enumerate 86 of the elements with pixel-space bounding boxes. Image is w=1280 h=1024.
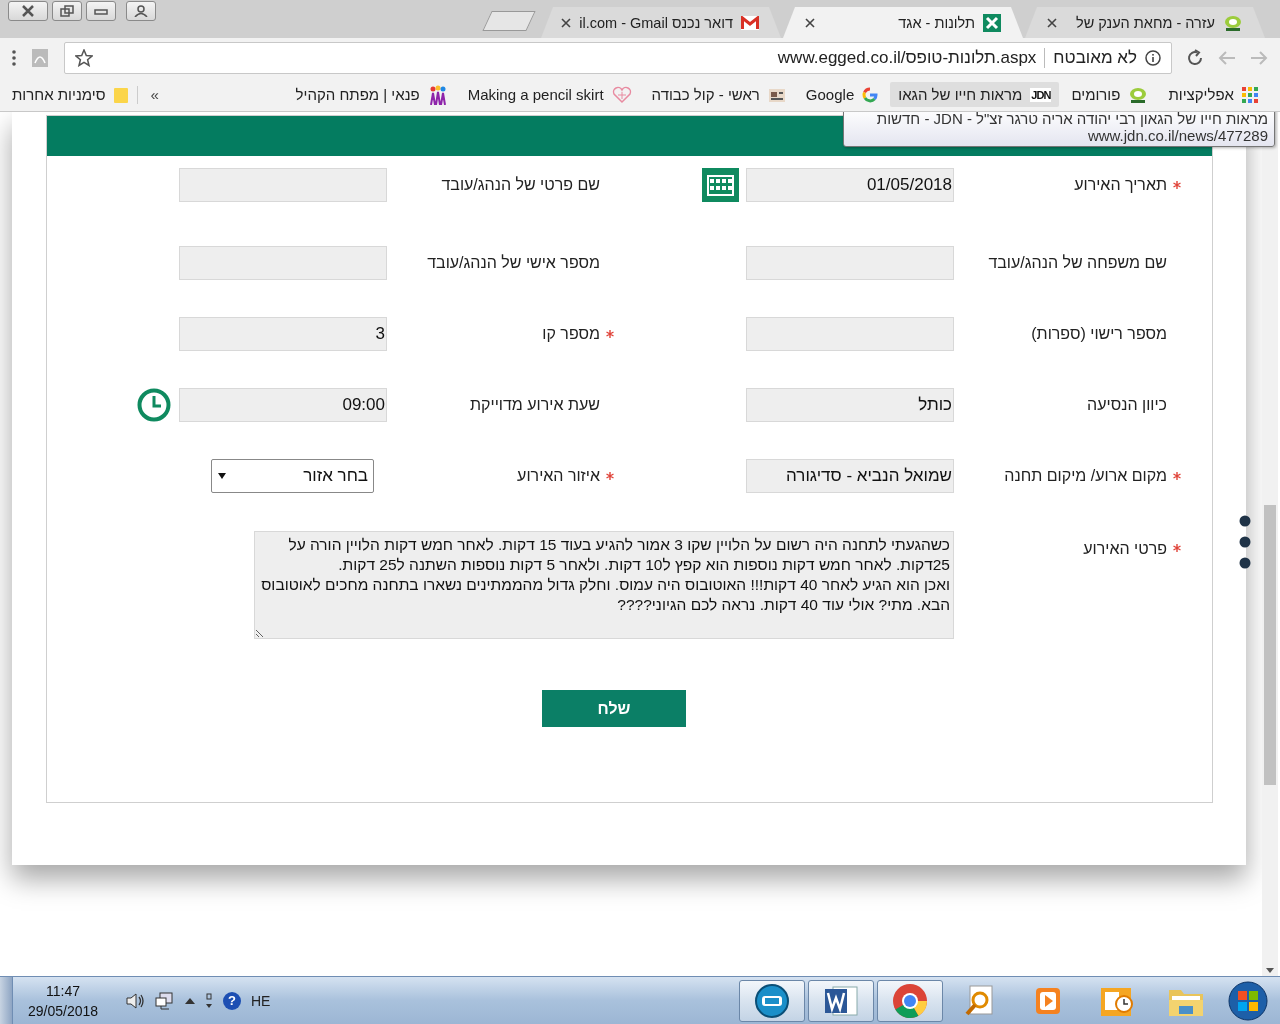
close-icon bbox=[805, 17, 815, 28]
browser-tab[interactable]: עזרה - מחאת הענק של bbox=[1025, 7, 1265, 38]
browser-tab[interactable]: תלונות - אגד bbox=[783, 7, 1023, 38]
scroll-down-arrow-icon[interactable] bbox=[1266, 968, 1274, 973]
reload-icon bbox=[1186, 49, 1204, 67]
input-field[interactable]: 3 bbox=[179, 317, 387, 351]
scroll-thumb[interactable] bbox=[1264, 505, 1276, 785]
mail-icon bbox=[741, 15, 759, 30]
calendar-icon[interactable] bbox=[702, 168, 739, 202]
restore-button[interactable] bbox=[52, 1, 82, 21]
info-icon bbox=[1145, 50, 1161, 66]
taskbar-button[interactable] bbox=[739, 979, 805, 1022]
vertical-dots-icon[interactable] bbox=[1239, 515, 1251, 569]
help-icon[interactable]: ? bbox=[223, 991, 241, 1010]
tooltip-title: מראות חייו של הגאון רבי יהודה אריה טרגר זצ"ל - JDN - חדשות bbox=[875, 112, 1268, 127]
network-icon bbox=[155, 991, 175, 1010]
input-field[interactable]: 09:00 bbox=[179, 388, 387, 422]
region-select[interactable]: בחר אזור bbox=[211, 459, 374, 493]
input-field[interactable] bbox=[179, 246, 387, 280]
minimize-button[interactable] bbox=[86, 1, 116, 21]
submit-button[interactable]: שלח bbox=[542, 690, 686, 727]
heart-icon bbox=[611, 85, 632, 104]
bookmark[interactable]: אפליקציות bbox=[1160, 82, 1266, 107]
profile-button[interactable] bbox=[126, 1, 156, 21]
close-button[interactable] bbox=[8, 1, 48, 21]
taskbar-button[interactable] bbox=[877, 979, 943, 1022]
input-field[interactable] bbox=[746, 317, 954, 351]
language-indicator[interactable]: HE bbox=[251, 992, 271, 1009]
field-label: מספר רישוי (ספרות) bbox=[1030, 324, 1167, 344]
bookmark[interactable]: Google bbox=[797, 82, 887, 107]
person-icon bbox=[134, 5, 148, 17]
show-hidden-icon bbox=[185, 996, 195, 1005]
forum-logo-icon bbox=[1128, 85, 1149, 104]
input-field[interactable] bbox=[746, 246, 954, 280]
back-arrow-icon bbox=[1218, 50, 1236, 66]
disc-logo-icon bbox=[754, 982, 790, 1019]
more-bookmarks-button[interactable]: » bbox=[142, 86, 167, 103]
input-field[interactable] bbox=[179, 168, 387, 202]
bookmark[interactable]: Making a pencil skirt bbox=[459, 81, 640, 108]
taskbar-button[interactable] bbox=[808, 979, 874, 1022]
restore-icon bbox=[60, 5, 74, 17]
field-label: פרטי האירוע bbox=[1082, 539, 1167, 559]
field-label: שעת אירוע מדוייקת bbox=[469, 395, 600, 415]
clock-time: 11:47 bbox=[46, 982, 80, 999]
field-label: מספר אישי של הנהג/עובד bbox=[426, 253, 600, 273]
show-desktop-button[interactable] bbox=[0, 977, 13, 1024]
close-icon bbox=[21, 5, 35, 17]
field-label: איזור האירוע bbox=[516, 466, 600, 486]
field-label: שם פרטי של הנהג/עובד bbox=[440, 175, 600, 195]
people-icon bbox=[427, 84, 448, 105]
field-label: מקום ארוע/ מיקום תחנה bbox=[1003, 466, 1167, 486]
field-label: שם משפחה של הנהג/עובד bbox=[987, 253, 1167, 273]
forum-logo-icon bbox=[1223, 13, 1243, 32]
close-icon bbox=[561, 17, 572, 28]
google-g-icon bbox=[862, 86, 879, 103]
url-text: www.egged.co.il/תלונות-טופס.aspx bbox=[777, 48, 1037, 68]
chrome-icon bbox=[892, 982, 928, 1019]
small-tray-icon bbox=[205, 992, 213, 1009]
details-field[interactable]: כשהגעתי לתחנה היה רשום על הלויין שקו 3 אמור להגיע בעוד 15 דקות. לאחר חמש דקות הלויין הורה על 25דקות. לאחר חמש דקות נוספות הוא קפץ ל10 דקות. ולאחר 5 דקות נוספות השתנה ל25 דקות. ואכן הוא הגיע לאחר 40 דקות!!! האוטובוס היה עמוס. וחלק גדול מהממתינים נשארו בתחנה מחכים לאוטובוס הבא. מתי? אולי עוד 40 דקות. נראה לכם הגיוני???? bbox=[254, 531, 954, 639]
close-icon bbox=[1047, 17, 1057, 28]
clock-icon[interactable] bbox=[137, 388, 171, 422]
field-label: כיוון הנסיעה bbox=[1086, 395, 1167, 415]
forward-arrow-icon bbox=[1250, 50, 1268, 66]
bookmark[interactable]: פנאי | מפתח הקהיל bbox=[287, 80, 456, 109]
menu-icon bbox=[12, 50, 16, 66]
address-bar[interactable]: לא מאובטח www.egged.co.il/תלונות-טופס.aspx bbox=[64, 42, 1172, 74]
sheet-icon bbox=[983, 13, 1001, 32]
input-field[interactable]: שמואל הנביא - סדיגורה bbox=[746, 459, 954, 493]
jdn-logo-icon: JDN bbox=[1030, 87, 1052, 102]
caret-icon bbox=[218, 473, 226, 479]
input-field[interactable]: 01/05/2018 bbox=[746, 168, 954, 202]
clock-date: 29/05/2018 bbox=[27, 1002, 99, 1019]
bookmark[interactable]: ראשי - קול כבודה bbox=[643, 81, 794, 108]
other-bookmarks[interactable]: סימניות אחרות bbox=[12, 85, 139, 104]
star-icon bbox=[75, 49, 93, 67]
folder-icon bbox=[113, 85, 130, 104]
browser-tab[interactable]: il.com - Gmail דואר נכנס bbox=[541, 7, 781, 38]
bookmark[interactable]: פורומים bbox=[1063, 81, 1157, 108]
field-label: תאריך האירוע bbox=[1073, 175, 1167, 195]
speaker-icon bbox=[125, 991, 145, 1010]
field-label: מספר קו bbox=[541, 324, 600, 344]
start-orb-icon bbox=[1228, 980, 1268, 1021]
apps-grid-icon bbox=[1242, 86, 1258, 103]
tooltip-url: www.jdn.co.il/news/477289 bbox=[1086, 127, 1268, 144]
security-label: לא מאובטח bbox=[1053, 48, 1137, 68]
input-field[interactable]: כותל bbox=[746, 388, 954, 422]
